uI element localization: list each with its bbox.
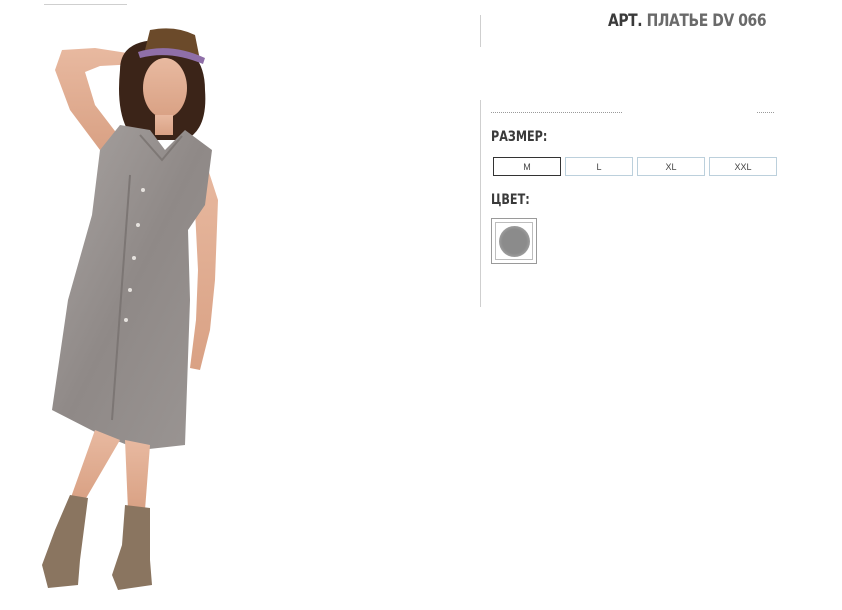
size-option-m[interactable]: M (493, 157, 561, 176)
header-divider (480, 15, 481, 47)
color-swatch-grey[interactable] (491, 218, 537, 264)
swatch-frame (495, 222, 533, 260)
size-option-xl[interactable]: XL (637, 157, 705, 176)
model-illustration (42, 28, 218, 590)
dotted-separator-right (757, 112, 774, 113)
color-label: ЦВЕТ: (491, 192, 530, 208)
options-divider (480, 100, 481, 307)
color-dot (498, 225, 530, 257)
product-photo[interactable] (0, 0, 300, 605)
photo-top-divider (44, 4, 127, 5)
size-selector: M L XL XXL (493, 157, 777, 176)
size-label: РАЗМЕР: (491, 129, 548, 145)
title-prefix: АРТ. (608, 11, 643, 31)
title-name: ПЛАТЬЕ DV 066 (646, 11, 767, 31)
size-option-xxl[interactable]: XXL (709, 157, 777, 176)
product-title: АРТ. ПЛАТЬЕ DV 066 (608, 11, 767, 31)
size-option-l[interactable]: L (565, 157, 633, 176)
dotted-separator-left (491, 112, 622, 113)
